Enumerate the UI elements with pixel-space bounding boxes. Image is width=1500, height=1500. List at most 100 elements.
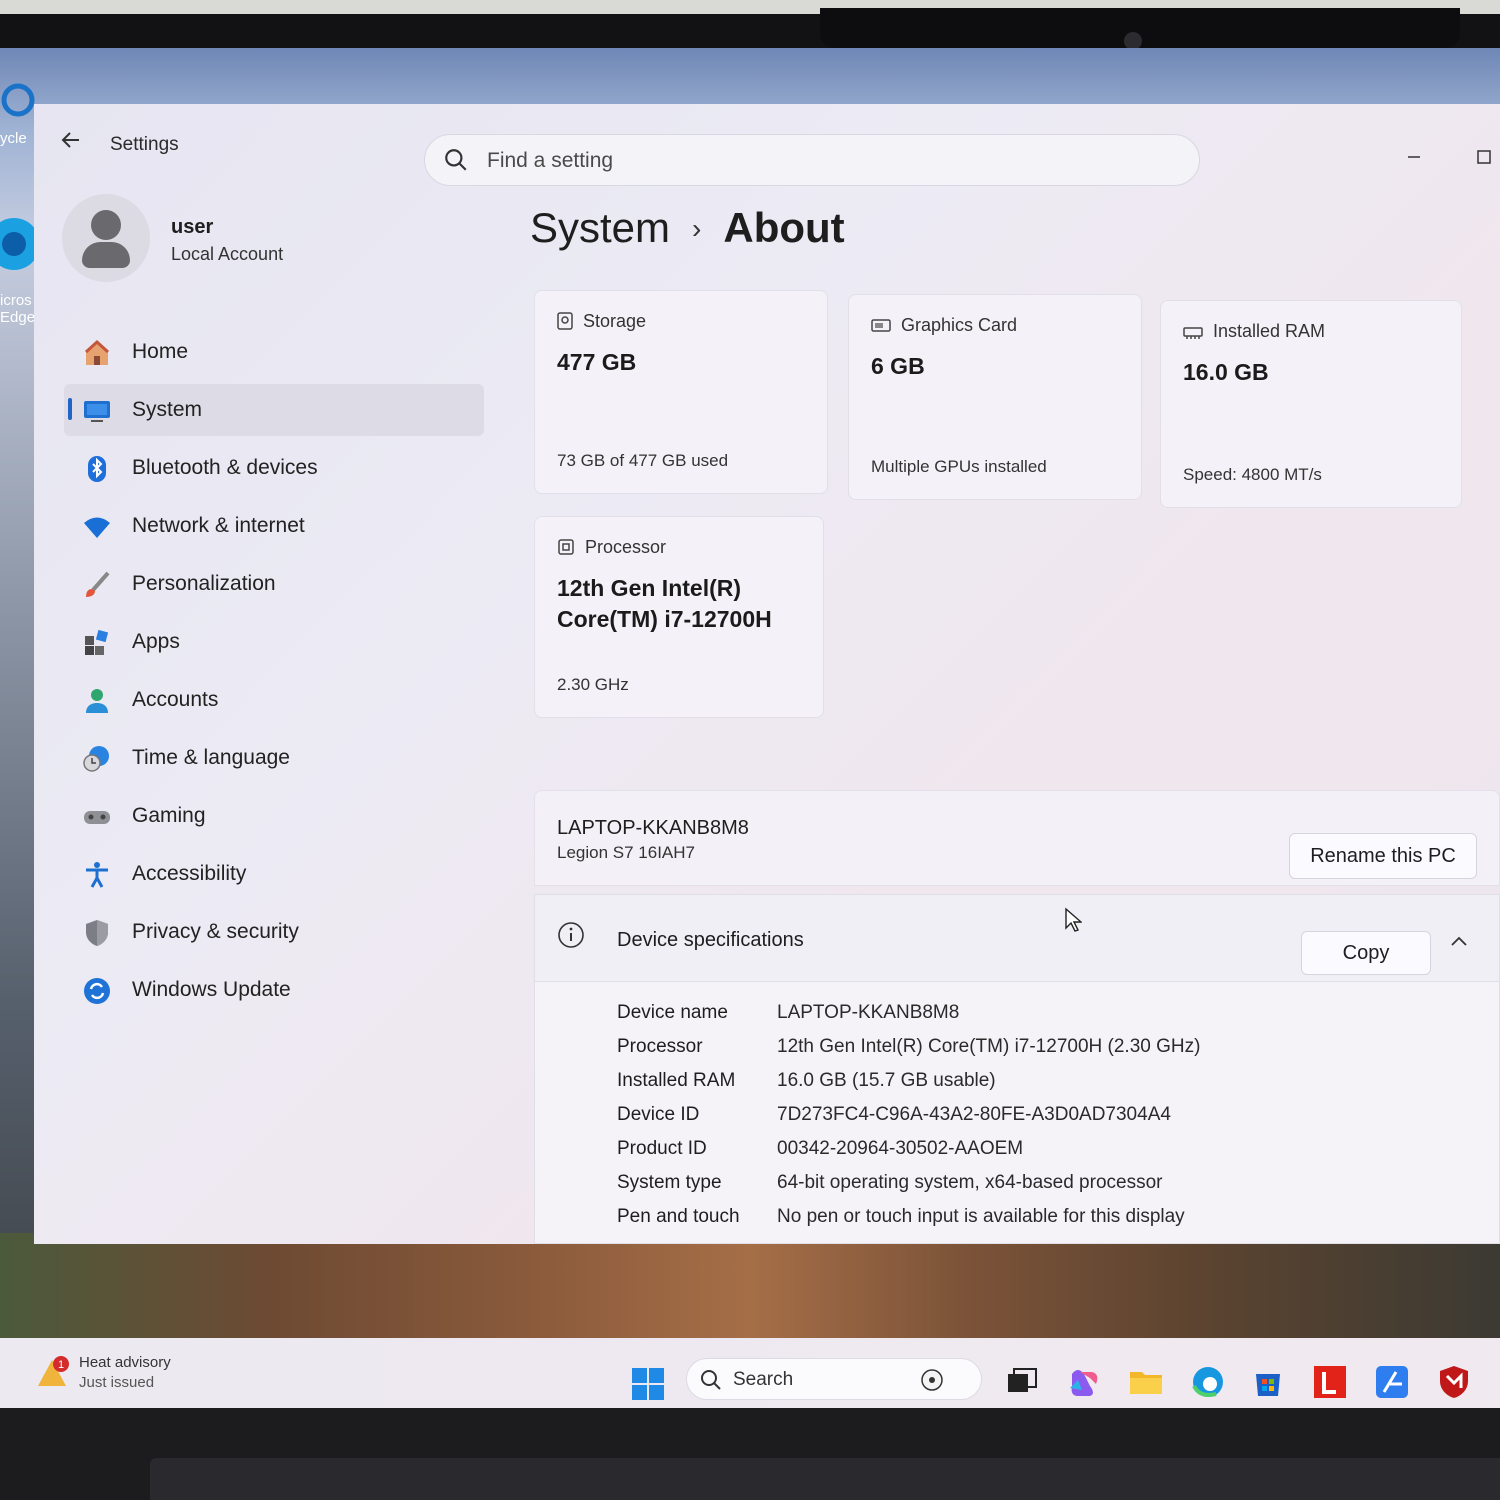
sidebar-item-label: Gaming [132, 804, 206, 827]
app-title: Settings [110, 134, 179, 155]
processor-value-line1: 12th Gen Intel(R) [557, 575, 742, 601]
app-icon[interactable] [1374, 1364, 1410, 1400]
sidebar-item-apps[interactable]: Apps [64, 616, 484, 668]
device-specifications-header[interactable]: Device specifications Copy [534, 894, 1500, 982]
settings-search[interactable] [424, 134, 1200, 186]
accessibility-icon [86, 862, 108, 888]
search-input[interactable] [485, 145, 1089, 177]
sidebar-item-label: Windows Update [132, 978, 291, 1001]
installed-ram-card[interactable]: Installed RAM 16.0 GB Speed: 4800 MT/s [1160, 300, 1462, 508]
sidebar-item-label: Apps [132, 630, 180, 653]
brush-icon [86, 571, 110, 597]
spec-key: Device name [617, 1002, 728, 1023]
copy-button[interactable]: Copy [1301, 931, 1431, 975]
edge-icon[interactable] [1190, 1364, 1226, 1400]
sidebar-item-network[interactable]: Network & internet [64, 500, 484, 552]
settings-window: Settings user Local Account Home System [34, 104, 1500, 1244]
storage-card-title: Storage [583, 311, 647, 331]
pc-name-row: LAPTOP-KKANB8M8 Legion S7 16IAH7 Rename … [534, 790, 1500, 886]
spec-key: Installed RAM [617, 1070, 736, 1091]
processor-value-line2: Core(TM) i7-12700H [557, 606, 772, 632]
spec-key: System type [617, 1172, 722, 1193]
gamepad-icon [84, 811, 110, 824]
sidebar-item-privacy[interactable]: Privacy & security [64, 906, 484, 958]
store-icon[interactable] [1250, 1364, 1286, 1400]
spec-value[interactable]: 16.0 GB (15.7 GB usable) [777, 1070, 996, 1092]
sidebar-item-windows-update[interactable]: Windows Update [64, 964, 484, 1016]
sidebar-item-label: Time & language [132, 746, 290, 769]
sidebar-item-personalization[interactable]: Personalization [64, 558, 484, 610]
active-indicator [68, 398, 72, 420]
chevron-up-icon [1451, 936, 1467, 946]
weather-widget[interactable]: 1 Heat advisory Just issued [36, 1350, 236, 1398]
search-icon [701, 1370, 721, 1390]
taskbar-search-label: Search [733, 1369, 794, 1390]
spec-row-system-type: System type 64-bit operating system, x64-… [617, 1172, 1477, 1204]
sidebar-item-label: Home [132, 340, 189, 363]
weather-title: Heat advisory [79, 1354, 171, 1371]
spec-value[interactable]: 12th Gen Intel(R) Core(TM) i7-12700H (2.… [777, 1036, 1200, 1058]
bluetooth-icon [88, 456, 106, 482]
lenovo-vantage-icon[interactable] [1312, 1364, 1348, 1400]
spec-value[interactable]: 00342-20964-30502-AAOEM [777, 1138, 1023, 1160]
collapse-button[interactable] [1447, 929, 1471, 952]
task-view-icon[interactable] [1004, 1364, 1040, 1400]
update-icon [84, 978, 110, 1004]
sidebar-item-accounts[interactable]: Accounts [64, 674, 484, 726]
sidebar-item-accessibility[interactable]: Accessibility [64, 848, 484, 900]
sidebar-item-label: Accessibility [132, 862, 247, 885]
spec-value[interactable]: 7D273FC4-C96A-43A2-80FE-A3D0AD7304A4 [777, 1104, 1171, 1126]
sidebar-item-gaming[interactable]: Gaming [64, 790, 484, 842]
laptop-chin [0, 1408, 1500, 1500]
system-icon [84, 401, 110, 422]
sidebar-item-label: Personalization [132, 572, 276, 595]
taskbar-search[interactable]: Search [686, 1358, 982, 1400]
user-avatar[interactable] [62, 194, 150, 282]
spec-value[interactable]: LAPTOP-KKANB8M8 [777, 1002, 959, 1024]
page-title: About [723, 204, 845, 251]
spec-value[interactable]: No pen or touch input is available for t… [777, 1206, 1185, 1228]
sidebar-item-time-language[interactable]: Time & language [64, 732, 484, 784]
spec-row-product-id: Product ID 00342-20964-30502-AAOEM [617, 1138, 1477, 1170]
spec-row-device-id: Device ID 7D273FC4-C96A-43A2-80FE-A3D0AD7… [617, 1104, 1477, 1136]
breadcrumb-parent[interactable]: System [530, 204, 670, 251]
sidebar-item-label: Accounts [132, 688, 219, 711]
storage-card[interactable]: Storage 477 GB 73 GB of 477 GB used [534, 290, 828, 494]
file-explorer-icon[interactable] [1128, 1364, 1164, 1400]
storage-usage: 73 GB of 477 GB used [557, 451, 729, 470]
home-icon [84, 339, 110, 365]
back-button[interactable] [56, 128, 86, 158]
maximize-button[interactable] [1466, 140, 1500, 176]
rename-pc-button[interactable]: Rename this PC [1289, 833, 1477, 879]
arrow-left-icon [61, 132, 79, 148]
sidebar-item-system[interactable]: System [64, 384, 484, 436]
spec-row-device-name: Device name LAPTOP-KKANB8M8 [617, 1002, 1477, 1034]
search-highlight-icon [921, 1369, 943, 1391]
breadcrumb: System › About [530, 204, 845, 252]
graphics-card-card[interactable]: Graphics Card 6 GB Multiple GPUs install… [848, 294, 1142, 500]
mcafee-icon[interactable] [1436, 1364, 1472, 1400]
globe-clock-icon [83, 746, 109, 772]
device-specifications-body: Device name LAPTOP-KKANB8M8 Processor 12th… [534, 982, 1500, 1244]
weather-badge: 1 [58, 1359, 64, 1371]
spec-row-pen-touch: Pen and touch No pen or touch input is av… [617, 1206, 1477, 1238]
start-icon[interactable] [630, 1366, 666, 1402]
user-name: user [171, 216, 214, 238]
breadcrumb-separator: › [692, 213, 702, 244]
spec-key: Processor [617, 1036, 703, 1057]
sidebar-item-bluetooth[interactable]: Bluetooth & devices [64, 442, 484, 494]
mouse-cursor-icon [1065, 907, 1082, 932]
device-specifications-title: Device specifications [617, 929, 804, 951]
sidebar-item-home[interactable]: Home [64, 326, 484, 378]
sidebar-item-label: Privacy & security [132, 920, 299, 943]
processor-speed: 2.30 GHz [557, 675, 629, 694]
processor-card[interactable]: Processor 12th Gen Intel(R) Core(TM) i7-1… [534, 516, 824, 718]
ram-speed: Speed: 4800 MT/s [1183, 465, 1322, 484]
copilot-icon[interactable] [1066, 1364, 1102, 1400]
spec-value[interactable]: 64-bit operating system, x64-based proce… [777, 1172, 1162, 1194]
graphics-sub: Multiple GPUs installed [871, 457, 1047, 476]
recycle-icon [1, 83, 35, 117]
sidebar-item-label: Bluetooth & devices [132, 456, 318, 479]
weather-subtitle: Just issued [79, 1374, 155, 1391]
minimize-button[interactable] [1396, 140, 1432, 176]
